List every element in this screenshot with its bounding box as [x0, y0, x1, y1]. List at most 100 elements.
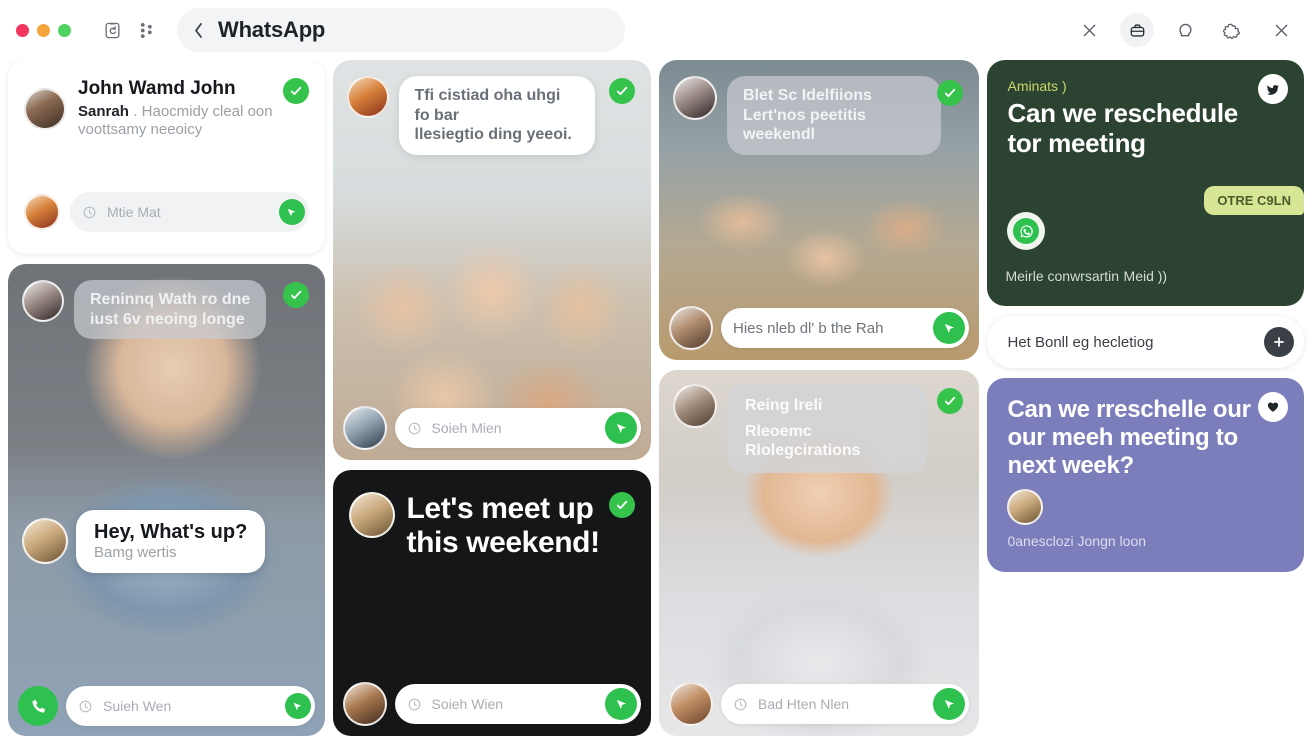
- maximize-window-button[interactable]: [58, 23, 71, 37]
- clock-icon[interactable]: [78, 699, 93, 714]
- send-button[interactable]: [933, 312, 966, 344]
- promo-chip-button[interactable]: OTRE C9LN: [1204, 186, 1304, 215]
- bubble-line-1: Reing lreli: [745, 397, 823, 414]
- composer-placeholder[interactable]: Soieh Wien: [432, 696, 596, 712]
- composer-placeholder[interactable]: Mtie Mat: [107, 204, 269, 220]
- search-pill[interactable]: Het Bonll eg hecletiog: [987, 316, 1304, 368]
- card-dock: Soieh Mien: [342, 406, 641, 450]
- quote-bubble: Hey, What's up? Bamg wertis: [76, 510, 266, 573]
- avatar: [24, 87, 66, 130]
- clipboard-refresh-icon[interactable]: [95, 13, 129, 47]
- call-button[interactable]: [18, 686, 58, 726]
- friends-photo-card[interactable]: Blet Sc Idelfiions Lert'nos peetitis wee…: [659, 60, 980, 360]
- heart-icon[interactable]: [1257, 392, 1288, 422]
- message-composer[interactable]: Hies nleb dl' b the Rah: [721, 308, 970, 348]
- bubble-line-1: Reninnq Wath ro dne: [90, 291, 251, 308]
- window-titlebar: WhatsApp: [0, 0, 1312, 60]
- group-photo-card[interactable]: Tfi cistiad oha uhgi fo bar llesiegtio d…: [332, 60, 651, 460]
- close-window-button[interactable]: [16, 23, 29, 37]
- headline-line-2: tor meeting: [1007, 128, 1146, 159]
- promo-eyebrow: Aminats ): [1007, 78, 1067, 94]
- contact-name: John Wamd John: [78, 78, 236, 99]
- composer-placeholder[interactable]: Soieh Mien: [432, 420, 596, 436]
- sent-check-badge: [282, 78, 309, 104]
- promo-sub: 0anesclozi Jongn loon: [1007, 533, 1147, 550]
- avatar: [673, 384, 717, 428]
- quote-title: Hey, What's up?: [94, 521, 248, 543]
- plus-icon[interactable]: [1263, 327, 1294, 357]
- card-dock: Suieh Wen: [18, 686, 315, 726]
- page-title: WhatsApp: [218, 17, 326, 42]
- column-2: Tfi cistiad oha uhgi fo bar llesiegtio d…: [332, 60, 651, 736]
- dark-promo-card[interactable]: Let's meet up this weekend! Soieh Wien: [332, 470, 651, 736]
- green-promo-card[interactable]: Aminats ) Can we reschedule tor meeting …: [987, 60, 1304, 306]
- headline-line-2: our meeh meeting to: [1007, 423, 1238, 451]
- avatar: [346, 76, 389, 118]
- traffic-light-buttons[interactable]: [16, 23, 71, 37]
- message-composer[interactable]: Suieh Wen: [66, 686, 315, 726]
- cards-board: John Wamd John Sanrah . Haocmidy cleal o…: [0, 60, 1312, 736]
- woman-photo-card[interactable]: Reing lreli Rleoemc Rlolegcirations Bad …: [659, 370, 980, 736]
- address-bar[interactable]: WhatsApp: [177, 8, 625, 52]
- whatsapp-glyph: [1013, 218, 1040, 244]
- send-button[interactable]: [278, 199, 305, 225]
- bubble-line-1: Tfi cistiad oha uhgi fo bar: [414, 87, 561, 124]
- bubble-line-2: llesiegtio ding yeeoi.: [414, 126, 572, 144]
- message-composer[interactable]: Mtie Mat: [70, 192, 309, 232]
- column-4: Aminats ) Can we reschedule tor meeting …: [987, 60, 1304, 736]
- sent-check-badge: [282, 282, 309, 308]
- message-composer[interactable]: Bad Hten Nlen: [721, 684, 970, 724]
- clock-icon[interactable]: [407, 421, 422, 436]
- avatar: [1007, 489, 1044, 526]
- photo-chat-card[interactable]: Reninnq Wath ro dne iust 6v neoing longe…: [8, 264, 325, 736]
- avatar: [348, 492, 395, 538]
- dots-grid-icon[interactable]: [129, 13, 163, 47]
- chat-bubble-icon[interactable]: [1168, 13, 1202, 47]
- message-composer[interactable]: Soieh Mien: [394, 408, 641, 448]
- incoming-bubble: Tfi cistiad oha uhgi fo bar llesiegtio d…: [398, 76, 595, 155]
- promo-footer-accent: Meid )): [1123, 268, 1168, 284]
- sent-check-badge: [609, 78, 635, 104]
- send-button[interactable]: [284, 693, 311, 719]
- briefcase-icon[interactable]: [1120, 13, 1154, 47]
- avatar: [673, 76, 717, 120]
- avatar: [669, 682, 713, 726]
- avatar: [342, 406, 387, 450]
- preview-sender: Sanrah: [78, 103, 129, 120]
- contact-card[interactable]: John Wamd John Sanrah . Haocmidy cleal o…: [8, 60, 325, 254]
- search-pill-text[interactable]: Het Bonll eg hecletiog: [1007, 334, 1254, 351]
- bubble-line-2: Lert'nos peetitis weekendl: [743, 106, 866, 144]
- bubble-line-1: Blet Sc Idelfiions: [743, 87, 872, 104]
- clock-icon[interactable]: [82, 205, 97, 220]
- composer-placeholder[interactable]: Bad Hten Nlen: [758, 696, 923, 712]
- close-window-icon[interactable]: [1264, 13, 1298, 47]
- purple-promo-card[interactable]: Can we rreschelle our our meeh meeting t…: [987, 378, 1304, 572]
- headline-line-1: Can we reschedule: [1007, 98, 1238, 128]
- sent-check-badge: [609, 492, 635, 518]
- send-button[interactable]: [933, 688, 966, 720]
- back-chevron-icon[interactable]: [193, 22, 204, 39]
- send-button[interactable]: [605, 412, 637, 444]
- avatar: [342, 682, 387, 726]
- minimize-window-button[interactable]: [37, 23, 50, 37]
- puzzle-piece-icon[interactable]: [1216, 13, 1250, 47]
- whatsapp-icon[interactable]: [1007, 212, 1046, 250]
- titlebar-actions: [1072, 13, 1298, 47]
- incoming-bubble: Reninnq Wath ro dne iust 6v neoing longe: [74, 280, 267, 340]
- bubble-line-2: Rleoemc Rlolegcirations: [745, 422, 861, 460]
- composer-placeholder[interactable]: Hies nleb dl' b the Rah: [733, 320, 923, 337]
- clock-icon[interactable]: [407, 697, 422, 712]
- column-3: Blet Sc Idelfiions Lert'nos peetitis wee…: [659, 60, 980, 736]
- column-1: John Wamd John Sanrah . Haocmidy cleal o…: [8, 60, 325, 736]
- avatar: [24, 194, 60, 230]
- composer-placeholder[interactable]: Suieh Wen: [103, 698, 275, 714]
- clock-icon[interactable]: [733, 697, 748, 712]
- avatar: [22, 518, 68, 565]
- message-composer[interactable]: Soieh Wien: [394, 684, 641, 724]
- headline-line-1: Can we rreschelle our: [1007, 396, 1251, 423]
- avatar: [22, 280, 64, 322]
- send-button[interactable]: [605, 688, 637, 720]
- bird-icon[interactable]: [1257, 74, 1288, 104]
- incoming-bubble: Reing lreli Rleoemc Rlolegcirations: [727, 384, 927, 473]
- close-icon[interactable]: [1072, 13, 1106, 47]
